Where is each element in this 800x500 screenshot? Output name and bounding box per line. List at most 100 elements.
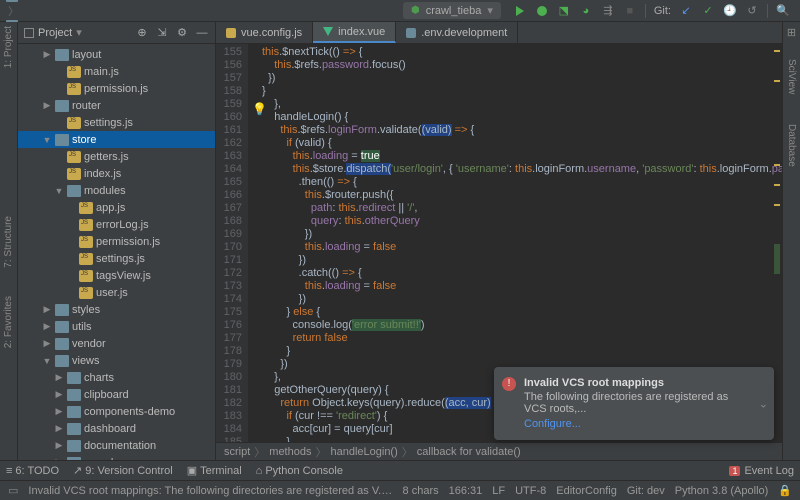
folder-icon	[67, 423, 81, 435]
tree-item[interactable]: errorLog.js	[18, 216, 215, 233]
js-file-icon	[79, 253, 93, 265]
git-commit-button[interactable]: ✓	[700, 3, 716, 19]
breadcrumb-item[interactable]: methods	[269, 446, 311, 458]
concurrent-button[interactable]: ⇶	[600, 3, 616, 19]
status-bar: ▭ Invalid VCS root mappings: The followi…	[0, 480, 800, 500]
debug-button[interactable]	[534, 3, 550, 19]
editor-tab[interactable]: index.vue	[313, 22, 396, 43]
status-line-sep[interactable]: LF	[492, 485, 505, 497]
tree-item-label: layout	[72, 49, 101, 61]
tree-item[interactable]: ▼modules	[18, 182, 215, 199]
tree-item[interactable]: ▼store	[18, 131, 215, 148]
tab-label: .env.development	[421, 27, 507, 39]
editor-tabs: vue.config.js index.vue .env.development	[216, 22, 782, 44]
tree-item[interactable]: settings.js	[18, 250, 215, 267]
tree-item[interactable]: settings.js	[18, 114, 215, 131]
tree-item[interactable]: ▶layout	[18, 46, 215, 63]
folder-icon	[55, 355, 69, 367]
js-file-icon	[67, 168, 81, 180]
tree-item[interactable]: ▶router	[18, 97, 215, 114]
tree-item[interactable]: ▶components-demo	[18, 403, 215, 420]
status-editorconfig[interactable]: EditorConfig	[556, 485, 617, 497]
tree-item-label: clipboard	[84, 389, 129, 401]
profile-button[interactable]: ◕	[578, 3, 594, 19]
grid-icon[interactable]: ⊞	[787, 26, 796, 39]
breadcrumb-item[interactable]: script	[224, 446, 250, 458]
tree-item-label: index.js	[84, 168, 121, 180]
python-console-tab[interactable]: ⌂ Python Console	[256, 465, 343, 477]
editor-tab[interactable]: vue.config.js	[216, 22, 313, 43]
tree-item[interactable]: ▶vendor	[18, 335, 215, 352]
tree-item-label: dashboard	[84, 423, 136, 435]
lock-icon[interactable]: 🔒	[778, 484, 792, 497]
tree-item[interactable]: getters.js	[18, 148, 215, 165]
status-python[interactable]: Python 3.8 (Apollo)	[675, 485, 769, 497]
status-position[interactable]: 166:31	[449, 485, 483, 497]
vue-file-icon	[323, 27, 333, 36]
expand-all-icon[interactable]: ⇲	[155, 26, 169, 40]
folder-icon	[67, 440, 81, 452]
hide-icon[interactable]: —	[195, 26, 209, 40]
terminal-tab[interactable]: ▣ Terminal	[187, 464, 242, 477]
select-opened-file-icon[interactable]: ⊕	[135, 26, 149, 40]
git-revert-button[interactable]: ↺	[744, 3, 760, 19]
editor-breadcrumb[interactable]: script〉methods〉handleLogin()〉callback fo…	[216, 442, 782, 460]
tree-item[interactable]: user.js	[18, 284, 215, 301]
tab-label: index.vue	[338, 26, 385, 38]
git-update-button[interactable]: ↙	[678, 3, 694, 19]
tree-item[interactable]: main.js	[18, 63, 215, 80]
event-log-tab[interactable]: 1Event Log	[729, 465, 794, 477]
tree-item[interactable]: ▶clipboard	[18, 386, 215, 403]
sciview-tool-button[interactable]: SciView	[786, 59, 797, 94]
notification-body: The following directories are registered…	[524, 391, 748, 415]
status-encoding[interactable]: UTF-8	[515, 485, 546, 497]
project-tree[interactable]: ▶layoutmain.jspermission.js▶routersettin…	[18, 44, 215, 460]
notification-configure-link[interactable]: Configure...	[524, 418, 748, 430]
gear-icon[interactable]: ⚙	[175, 26, 189, 40]
tree-item[interactable]: tagsView.js	[18, 267, 215, 284]
tree-item[interactable]: ▶dashboard	[18, 420, 215, 437]
editor-tab[interactable]: .env.development	[396, 22, 518, 43]
tree-item[interactable]: ▶utils	[18, 318, 215, 335]
structure-tool-button[interactable]: 7: Structure	[3, 216, 14, 268]
js-file-icon	[67, 151, 81, 163]
run-coverage-button[interactable]: ⬔	[556, 3, 572, 19]
breadcrumb-item[interactable]: callback for validate()	[417, 446, 521, 458]
stop-button[interactable]: ■	[622, 3, 638, 19]
status-chars: 8 chars	[403, 485, 439, 497]
status-git-branch[interactable]: Git: dev	[627, 485, 665, 497]
project-tool-button[interactable]: 1: Project	[3, 26, 14, 68]
database-tool-button[interactable]: Database	[786, 124, 797, 167]
run-config-selector[interactable]: ⬢ crawl_tieba ▾	[403, 2, 501, 19]
tree-item[interactable]: app.js	[18, 199, 215, 216]
tree-item[interactable]: ▶documentation	[18, 437, 215, 454]
git-history-button[interactable]: 🕘	[722, 3, 738, 19]
todo-tab[interactable]: ≡ 6: TODO	[6, 465, 59, 477]
tree-item[interactable]: ▶charts	[18, 369, 215, 386]
search-button[interactable]: 🔍	[775, 3, 791, 19]
chevron-down-icon[interactable]: ⌄	[759, 397, 768, 410]
error-icon: !	[502, 377, 516, 391]
intention-bulb-icon[interactable]: 💡	[252, 102, 267, 116]
tree-item-label: router	[72, 100, 101, 112]
vcs-tab[interactable]: ↗ 9: Version Control	[73, 464, 173, 477]
tree-item[interactable]: ▶error-log	[18, 454, 215, 460]
tree-item-label: permission.js	[84, 83, 148, 95]
nav-crumb[interactable]: client	[6, 0, 53, 3]
tab-label: vue.config.js	[241, 27, 302, 39]
tree-item[interactable]: permission.js	[18, 233, 215, 250]
tree-item[interactable]: permission.js	[18, 80, 215, 97]
status-message: Invalid VCS root mappings: The following…	[28, 485, 392, 497]
status-icon[interactable]: ▭	[8, 484, 18, 497]
folder-icon	[67, 457, 81, 461]
notification-popup[interactable]: ! Invalid VCS root mappings The followin…	[494, 367, 774, 440]
breadcrumb-item[interactable]: handleLogin()	[330, 446, 397, 458]
tree-item[interactable]: index.js	[18, 165, 215, 182]
tree-item-label: app.js	[96, 202, 125, 214]
favorites-tool-button[interactable]: 2: Favorites	[3, 296, 14, 348]
tree-item[interactable]: ▶styles	[18, 301, 215, 318]
js-file-icon	[79, 236, 93, 248]
folder-icon	[55, 321, 69, 333]
run-button[interactable]	[512, 3, 528, 19]
tree-item[interactable]: ▼views	[18, 352, 215, 369]
